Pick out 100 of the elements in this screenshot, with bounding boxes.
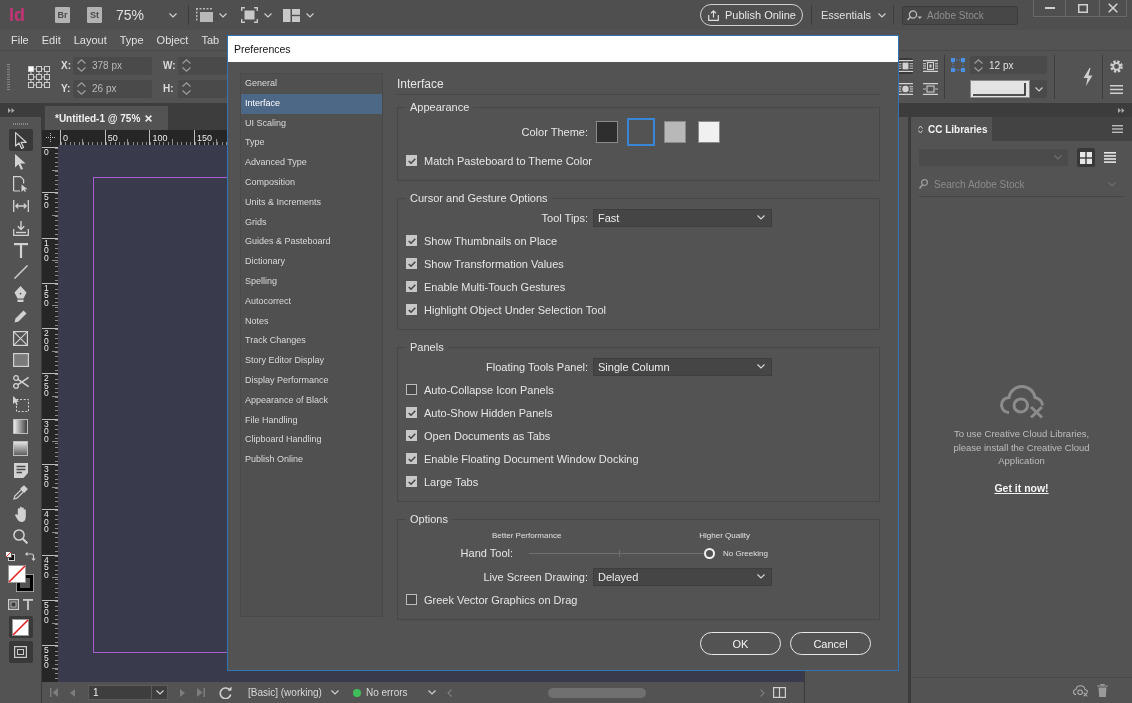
workspace-dropdown[interactable]: Essentials — [820, 9, 887, 21]
reference-point-icon[interactable] — [28, 66, 50, 88]
checkbox-label[interactable]: Enable Floating Document Window Docking — [424, 452, 639, 465]
checkbox[interactable] — [406, 453, 417, 464]
checkbox[interactable] — [406, 304, 417, 315]
frame-format-icon[interactable] — [8, 599, 19, 610]
category-item[interactable]: Clipboard Handling — [241, 430, 382, 451]
panel-menu-icon[interactable] — [1112, 125, 1123, 133]
category-item[interactable]: Type — [241, 133, 382, 154]
checkbox-label[interactable]: Greek Vector Graphics on Drag — [424, 593, 578, 606]
category-item[interactable]: Units & Increments — [241, 192, 382, 213]
screen-mode-icon[interactable] — [241, 7, 258, 23]
stroke-weight-field[interactable]: 12 px — [970, 56, 1047, 74]
profile-dropdown[interactable]: [Basic] (working) — [248, 687, 339, 698]
screen-mode-button[interactable] — [8, 641, 33, 663]
y-position-field[interactable]: 26 px — [73, 79, 152, 98]
theme-swatch[interactable] — [664, 121, 686, 143]
small-swatches-icon[interactable] — [5, 551, 15, 561]
circular-arrow-icon[interactable] — [219, 686, 232, 699]
category-item[interactable]: UI Scaling — [241, 113, 382, 134]
bridge-button[interactable]: Br — [55, 7, 70, 23]
preflight-menu[interactable]: No errors — [352, 687, 436, 698]
category-item[interactable]: Spelling — [241, 271, 382, 292]
caret-icon[interactable] — [306, 12, 314, 18]
category-item[interactable]: General — [241, 74, 382, 94]
fill-stroke-swatch-icon[interactable] — [7, 565, 34, 592]
zoom-dropdown[interactable]: 75% — [116, 7, 180, 23]
scrollbar-thumb[interactable] — [547, 687, 646, 698]
double-arrow-icon[interactable] — [8, 107, 15, 113]
swap-arrow-icon[interactable] — [25, 551, 36, 561]
checkbox-label[interactable]: Enable Multi-Touch Gestures — [424, 280, 566, 293]
category-item[interactable]: Guides & Pasteboard — [241, 232, 382, 253]
theme-swatch[interactable] — [698, 121, 720, 143]
minimize-button[interactable] — [1033, 0, 1065, 17]
menu-item[interactable]: Type — [119, 34, 144, 46]
checkbox[interactable] — [406, 407, 417, 418]
category-item[interactable]: Story Editor Display — [241, 351, 382, 371]
dropdown[interactable]: Delayed — [593, 567, 772, 586]
checkbox-label[interactable]: Match Pasteboard to Theme Color — [424, 154, 592, 167]
page-number-field[interactable]: 1 — [88, 685, 152, 700]
view-mode-button[interactable] — [1077, 148, 1095, 167]
category-item[interactable]: File Handling — [241, 410, 382, 431]
checkbox[interactable] — [406, 235, 417, 246]
checkbox-label[interactable]: Highlight Object Under Selection Tool — [424, 303, 606, 316]
width-field[interactable] — [178, 56, 227, 75]
close-button[interactable] — [1099, 0, 1127, 17]
category-item[interactable]: Advanced Type — [241, 153, 382, 173]
dropdown[interactable]: Fast — [593, 208, 772, 227]
text-wrap-button[interactable] — [922, 80, 938, 97]
checkbox[interactable] — [406, 594, 417, 605]
settings-icon[interactable] — [1110, 60, 1123, 73]
category-item[interactable]: Grids — [241, 212, 382, 233]
checkbox[interactable] — [406, 281, 417, 292]
stock-button[interactable]: St — [87, 7, 102, 23]
checkbox-label[interactable]: Show Transformation Values — [424, 257, 564, 270]
slider-thumb[interactable] — [704, 547, 715, 559]
dialog-button[interactable]: Cancel — [790, 632, 871, 655]
cloud-x-icon[interactable] — [1073, 684, 1088, 697]
apply-none-button[interactable] — [8, 616, 33, 638]
close-icon[interactable] — [145, 114, 153, 122]
checkbox-label[interactable]: Auto-Show Hidden Panels — [424, 406, 553, 419]
search-field[interactable]: Adobe Stock — [902, 5, 1019, 25]
checkbox[interactable] — [406, 476, 417, 487]
tool-button[interactable] — [8, 129, 33, 151]
panel-tab[interactable]: CC Libraries — [911, 117, 992, 141]
theme-swatch[interactable] — [596, 121, 618, 143]
maximize-button[interactable] — [1065, 0, 1099, 17]
category-item[interactable]: Notes — [241, 311, 382, 332]
layout-grid-icon[interactable] — [283, 8, 300, 22]
document-tab[interactable]: *Untitled-1 @ 75% — [45, 106, 168, 130]
stroke-type-dropdown[interactable] — [970, 80, 1047, 98]
split-view-icon[interactable] — [773, 687, 786, 698]
double-arrow-icon[interactable] — [1118, 107, 1125, 113]
text-wrap-button[interactable] — [922, 57, 938, 74]
checkbox-label[interactable]: Auto-Collapse Icon Panels — [424, 383, 554, 396]
caret-icon[interactable] — [219, 12, 227, 18]
category-item[interactable]: Dictionary — [241, 252, 382, 272]
menu-item[interactable]: Edit — [41, 34, 61, 46]
menu-item[interactable]: Object — [156, 34, 189, 46]
checkbox-label[interactable]: Open Documents as Tabs — [424, 429, 551, 442]
checkbox[interactable] — [406, 384, 417, 395]
trash-icon[interactable] — [1097, 684, 1108, 697]
height-field[interactable] — [178, 79, 227, 98]
category-item[interactable]: Autocorrect — [241, 291, 382, 312]
category-item[interactable]: Composition — [241, 173, 382, 193]
x-position-field[interactable]: 378 px — [73, 56, 152, 75]
checkbox[interactable] — [406, 155, 417, 166]
category-item[interactable]: Publish Online — [241, 450, 382, 470]
text-wrap-button[interactable] — [897, 80, 913, 97]
category-item[interactable]: Track Changes — [241, 331, 382, 352]
category-item[interactable]: Display Performance — [241, 370, 382, 391]
text-format-icon[interactable] — [23, 599, 33, 610]
menu-item[interactable]: Layout — [73, 34, 107, 46]
checkbox[interactable] — [406, 430, 417, 441]
corner-handles-icon[interactable] — [951, 58, 965, 72]
category-item[interactable]: Appearance of Black — [241, 390, 382, 411]
menu-item[interactable]: File — [11, 34, 29, 46]
page-menu-button[interactable] — [152, 685, 168, 700]
category-item[interactable]: Interface — [241, 93, 382, 114]
dialog-button[interactable]: OK — [700, 632, 781, 655]
